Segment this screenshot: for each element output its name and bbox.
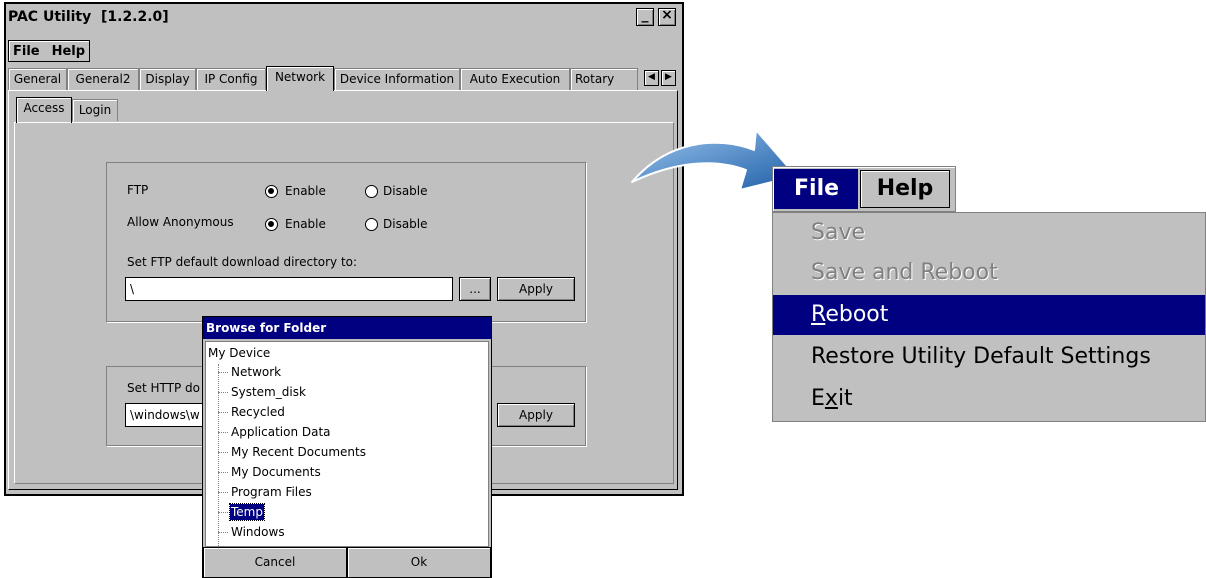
tree-branch	[218, 432, 228, 433]
tree-item-windows[interactable]: Windows	[230, 524, 286, 540]
menu-group: File Help	[8, 40, 91, 62]
dialog-title: Browse for Folder	[203, 317, 491, 339]
tab-device-information[interactable]: Device Information	[334, 68, 460, 90]
tree-item-recycled[interactable]: Recycled	[230, 404, 286, 420]
tree-branch	[218, 532, 228, 533]
title-bar[interactable]: PAC Utility [1.2.2.0] _ ×	[6, 4, 682, 32]
tab-network[interactable]: Network	[266, 66, 334, 91]
tree-branch	[218, 472, 228, 473]
ftp-apply-button[interactable]: Apply	[497, 277, 575, 301]
tree-branch	[218, 452, 228, 453]
http-directory-label: Set HTTP do	[127, 381, 201, 395]
menu-item-reboot[interactable]: Reboot	[773, 295, 1205, 335]
menu-help[interactable]: Help	[52, 44, 85, 59]
tree-branch	[218, 392, 228, 393]
ftp-directory-input[interactable]: \	[125, 277, 453, 301]
left-arrow-icon: ◀	[648, 72, 655, 82]
subtab-login[interactable]: Login	[72, 99, 118, 121]
minimize-button[interactable]: _	[636, 7, 654, 26]
folder-tree[interactable]: My Device Network System_disk Recycled A…	[205, 341, 489, 550]
subtab-access[interactable]: Access	[16, 97, 72, 123]
tree-item-network[interactable]: Network	[230, 364, 282, 380]
ftp-enable-label[interactable]: Enable	[285, 184, 326, 198]
allow-anonymous-label: Allow Anonymous	[127, 215, 234, 229]
tree-item-my-documents[interactable]: My Documents	[230, 464, 322, 480]
zoomed-menu-file[interactable]: File	[774, 169, 858, 209]
menu-file[interactable]: File	[13, 44, 40, 59]
ok-button[interactable]: Ok	[347, 547, 491, 578]
tree-item-system-disk[interactable]: System_disk	[230, 384, 307, 400]
ftp-directory-label: Set FTP default download directory to:	[127, 255, 358, 269]
tree-branch	[218, 412, 228, 413]
tree-branch	[218, 492, 228, 493]
browse-for-folder-dialog: Browse for Folder My Device Network Syst…	[202, 316, 492, 578]
tree-item-temp[interactable]: Temp	[229, 503, 265, 521]
tab-general[interactable]: General	[8, 68, 67, 90]
cancel-button[interactable]: Cancel	[203, 547, 347, 578]
browse-button[interactable]: ...	[459, 277, 491, 301]
menu-bar: File Help	[6, 36, 682, 62]
ftp-settings-group: FTP Enable Disable Allow Anonymous Enabl…	[106, 162, 586, 322]
tree-root-my-device[interactable]: My Device	[208, 346, 270, 360]
menu-item-save-and-reboot[interactable]: Save and Reboot	[773, 253, 1205, 293]
tab-general2[interactable]: General2	[67, 68, 139, 90]
ftp-enable-radio[interactable]	[265, 185, 278, 198]
menu-item-restore-defaults[interactable]: Restore Utility Default Settings	[773, 337, 1205, 377]
tab-ip-config[interactable]: IP Config	[196, 68, 266, 90]
tree-item-application-data[interactable]: Application Data	[230, 424, 332, 440]
window-title: PAC Utility [1.2.2.0]	[8, 9, 169, 25]
http-apply-button[interactable]: Apply	[497, 403, 575, 427]
tree-item-my-recent-documents[interactable]: My Recent Documents	[230, 444, 367, 460]
tab-auto-execution[interactable]: Auto Execution	[460, 68, 570, 90]
tree-branch	[218, 512, 228, 513]
ftp-label: FTP	[127, 183, 149, 197]
anonymous-disable-radio[interactable]	[365, 218, 378, 231]
zoomed-menu-help[interactable]: Help	[860, 170, 950, 208]
tab-display[interactable]: Display	[139, 68, 196, 90]
tab-scroll-right-button[interactable]: ▶	[661, 70, 676, 86]
ftp-disable-radio[interactable]	[365, 185, 378, 198]
anonymous-enable-radio[interactable]	[265, 218, 278, 231]
menu-item-exit[interactable]: Exit	[773, 379, 1205, 419]
menu-item-save[interactable]: Save	[773, 213, 1205, 253]
tree-item-program-files[interactable]: Program Files	[230, 484, 313, 500]
tab-rotary-execution[interactable]: Rotary Exe	[570, 68, 638, 90]
file-menu-dropdown: Save Save and Reboot Reboot Restore Util…	[772, 212, 1206, 422]
anonymous-enable-label[interactable]: Enable	[285, 217, 326, 231]
right-arrow-icon: ▶	[665, 72, 672, 82]
close-button[interactable]: ×	[658, 7, 676, 26]
close-icon: ×	[661, 7, 673, 23]
ftp-disable-label[interactable]: Disable	[383, 184, 428, 198]
tree-branch	[218, 372, 228, 373]
tab-scroll-left-button[interactable]: ◀	[644, 70, 659, 86]
minimize-icon: _	[641, 7, 649, 23]
anonymous-disable-label[interactable]: Disable	[383, 217, 428, 231]
